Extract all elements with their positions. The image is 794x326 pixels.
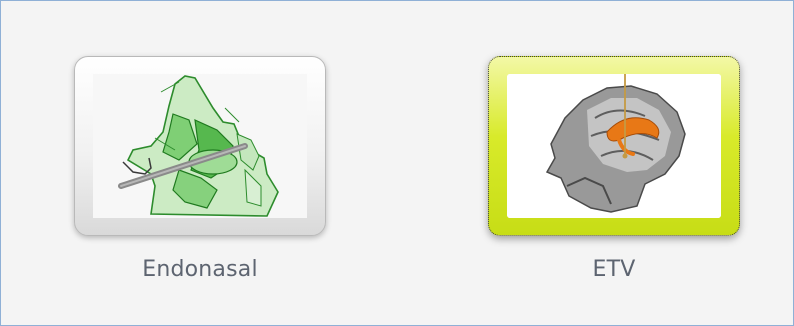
etv-thumbnail [507,74,721,218]
nasal-cavity-icon [93,74,307,218]
endonasal-app-tile[interactable] [74,56,326,236]
etv-label: ETV [592,257,636,282]
brain-ventricle-icon [507,74,721,218]
endonasal-thumbnail [93,74,307,218]
etv-app-tile[interactable] [488,56,740,236]
app-selector-panel: Endonasal ETV [0,0,794,326]
endonasal-label: Endonasal [142,257,258,282]
